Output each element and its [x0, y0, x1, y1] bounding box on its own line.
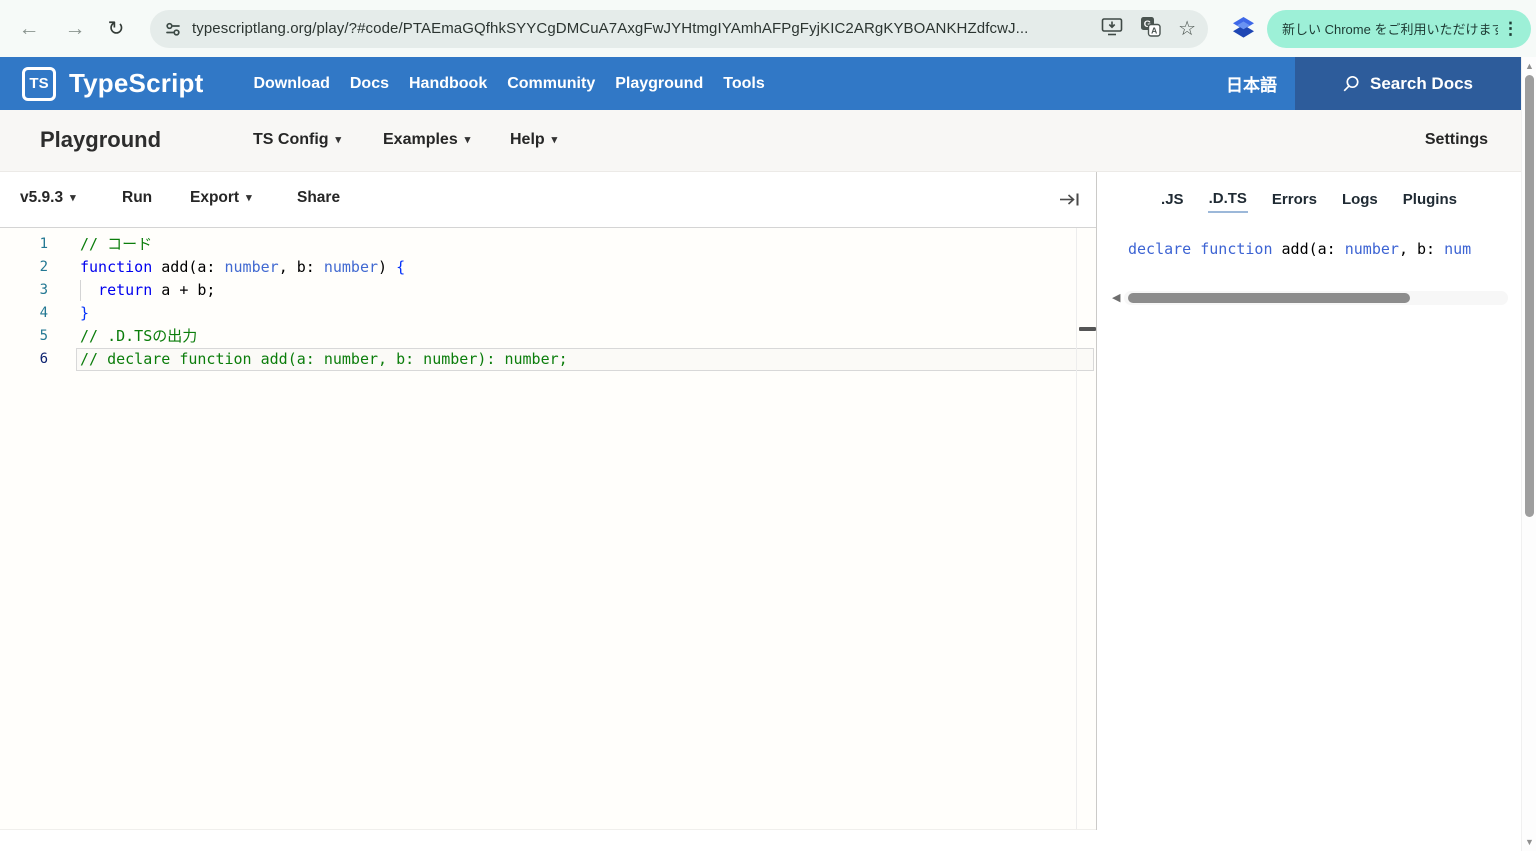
- scroll-down-icon[interactable]: ▼: [1522, 836, 1536, 848]
- browser-toolbar: ← → ↻ typescriptlang.org/play/?#code/PTA…: [0, 0, 1536, 57]
- kebab-menu-icon[interactable]: ⋮: [1498, 19, 1523, 39]
- site-settings-icon[interactable]: [164, 20, 182, 38]
- page-title: Playground: [40, 127, 161, 153]
- code-line-1[interactable]: 1// コード: [0, 233, 1096, 256]
- nav-item-community[interactable]: Community: [507, 75, 595, 93]
- line-number: 6: [0, 348, 48, 371]
- translate-icon[interactable]: G A: [1140, 16, 1161, 42]
- minimap-marker: [1079, 327, 1096, 331]
- code-text: // declare function add(a: number, b: nu…: [48, 348, 1096, 371]
- editor-toolbar: v5.9.3▾ Run Export▾ Share: [0, 172, 1096, 228]
- scroll-left-icon[interactable]: ◀: [1112, 293, 1120, 304]
- tab-js[interactable]: .JS: [1160, 189, 1185, 212]
- code-text: return a + b;: [48, 279, 1096, 302]
- menu-help[interactable]: Help▾: [510, 131, 557, 149]
- extension-icon[interactable]: [1230, 15, 1257, 47]
- editor-lines: 1// コード2function add(a: number, b: numbe…: [0, 233, 1096, 371]
- bookmark-star-icon[interactable]: ☆: [1178, 19, 1196, 39]
- page-scrollbar[interactable]: ▲ ▼: [1521, 57, 1536, 851]
- line-number: 4: [0, 302, 48, 325]
- chrome-update-label: 新しい Chrome をご利用いただけます: [1282, 19, 1498, 38]
- chevron-down-icon: ▾: [246, 192, 252, 204]
- back-icon[interactable]: ←: [14, 14, 44, 44]
- chevron-down-icon: ▾: [336, 134, 342, 146]
- scroll-up-icon[interactable]: ▲: [1522, 60, 1536, 72]
- line-number: 2: [0, 256, 48, 279]
- address-bar[interactable]: typescriptlang.org/play/?#code/PTAEmaGQf…: [150, 10, 1208, 48]
- share-button[interactable]: Share: [297, 189, 340, 207]
- tab-dts[interactable]: .D.TS: [1208, 188, 1248, 213]
- brand-title[interactable]: TypeScript: [69, 68, 203, 99]
- horizontal-scrollbar[interactable]: ◀: [1112, 290, 1508, 306]
- code-line-5[interactable]: 5// .D.TSの出力: [0, 325, 1096, 348]
- dts-output-panel: declare function add(a: number, b: num ◀: [1097, 228, 1521, 830]
- screen: ← → ↻ typescriptlang.org/play/?#code/PTA…: [0, 0, 1536, 851]
- chevron-down-icon: ▾: [70, 192, 76, 204]
- export-dropdown[interactable]: Export▾: [190, 189, 252, 207]
- line-number: 3: [0, 279, 48, 302]
- nav-item-handbook[interactable]: Handbook: [409, 75, 487, 93]
- nav-item-docs[interactable]: Docs: [350, 75, 389, 93]
- line-number: 1: [0, 233, 48, 256]
- language-switcher[interactable]: 日本語: [1226, 71, 1277, 96]
- tab-errors[interactable]: Errors: [1271, 189, 1318, 212]
- search-docs-label: Search Docs: [1370, 74, 1473, 94]
- code-text: // コード: [48, 233, 1096, 256]
- sidebar-tabbar: .JS .D.TS Errors Logs Plugins: [1097, 172, 1521, 228]
- nav-item-download[interactable]: Download: [253, 75, 329, 93]
- tab-logs[interactable]: Logs: [1341, 189, 1379, 212]
- search-icon: [1343, 75, 1360, 92]
- run-button[interactable]: Run: [122, 189, 152, 207]
- page-scrollbar-thumb[interactable]: [1525, 75, 1534, 517]
- code-text: function add(a: number, b: number) {: [48, 256, 1096, 279]
- typescript-logo[interactable]: TS: [22, 67, 56, 101]
- chrome-update-button[interactable]: 新しい Chrome をご利用いただけます ⋮: [1267, 10, 1531, 48]
- send-to-device-icon[interactable]: [1101, 17, 1123, 41]
- version-dropdown[interactable]: v5.9.3▾: [20, 189, 76, 207]
- svg-text:A: A: [1151, 25, 1157, 35]
- code-line-6[interactable]: 6// declare function add(a: number, b: n…: [0, 348, 1096, 371]
- chevron-down-icon: ▾: [465, 134, 471, 146]
- code-line-2[interactable]: 2function add(a: number, b: number) {: [0, 256, 1096, 279]
- site-header: TS TypeScript Download Docs Handbook Commun…: [0, 57, 1521, 110]
- search-docs-button[interactable]: Search Docs: [1295, 57, 1521, 110]
- menu-examples[interactable]: Examples▾: [383, 131, 470, 149]
- line-number: 5: [0, 325, 48, 348]
- scrollbar-track[interactable]: [1124, 291, 1508, 305]
- minimap: [1076, 228, 1077, 829]
- code-text: }: [48, 302, 1096, 325]
- menu-ts-config[interactable]: TS Config▾: [253, 131, 341, 149]
- code-editor[interactable]: 1// コード2function add(a: number, b: numbe…: [0, 228, 1096, 830]
- forward-icon[interactable]: →: [60, 14, 90, 44]
- indent-guide: [80, 280, 81, 301]
- header-nav: Download Docs Handbook Community Playground T…: [253, 75, 764, 93]
- code-line-4[interactable]: 4}: [0, 302, 1096, 325]
- code-text: // .D.TSの出力: [48, 325, 1096, 348]
- settings-button[interactable]: Settings: [1425, 131, 1488, 149]
- playground-bar: Playground TS Config▾ Examples▾ Help▾ Se…: [0, 110, 1521, 172]
- tab-plugins[interactable]: Plugins: [1402, 189, 1458, 212]
- scrollbar-thumb[interactable]: [1128, 293, 1410, 303]
- chevron-down-icon: ▾: [552, 134, 558, 146]
- nav-item-playground[interactable]: Playground: [615, 75, 703, 93]
- url-text: typescriptlang.org/play/?#code/PTAEmaGQf…: [192, 20, 1089, 37]
- reload-icon[interactable]: ↻: [101, 14, 131, 44]
- dts-code-line: declare function add(a: number, b: num: [1128, 240, 1521, 258]
- nav-item-tools[interactable]: Tools: [723, 75, 764, 93]
- code-line-3[interactable]: 3 return a + b;: [0, 279, 1096, 302]
- collapse-sidebar-icon[interactable]: [1058, 192, 1082, 212]
